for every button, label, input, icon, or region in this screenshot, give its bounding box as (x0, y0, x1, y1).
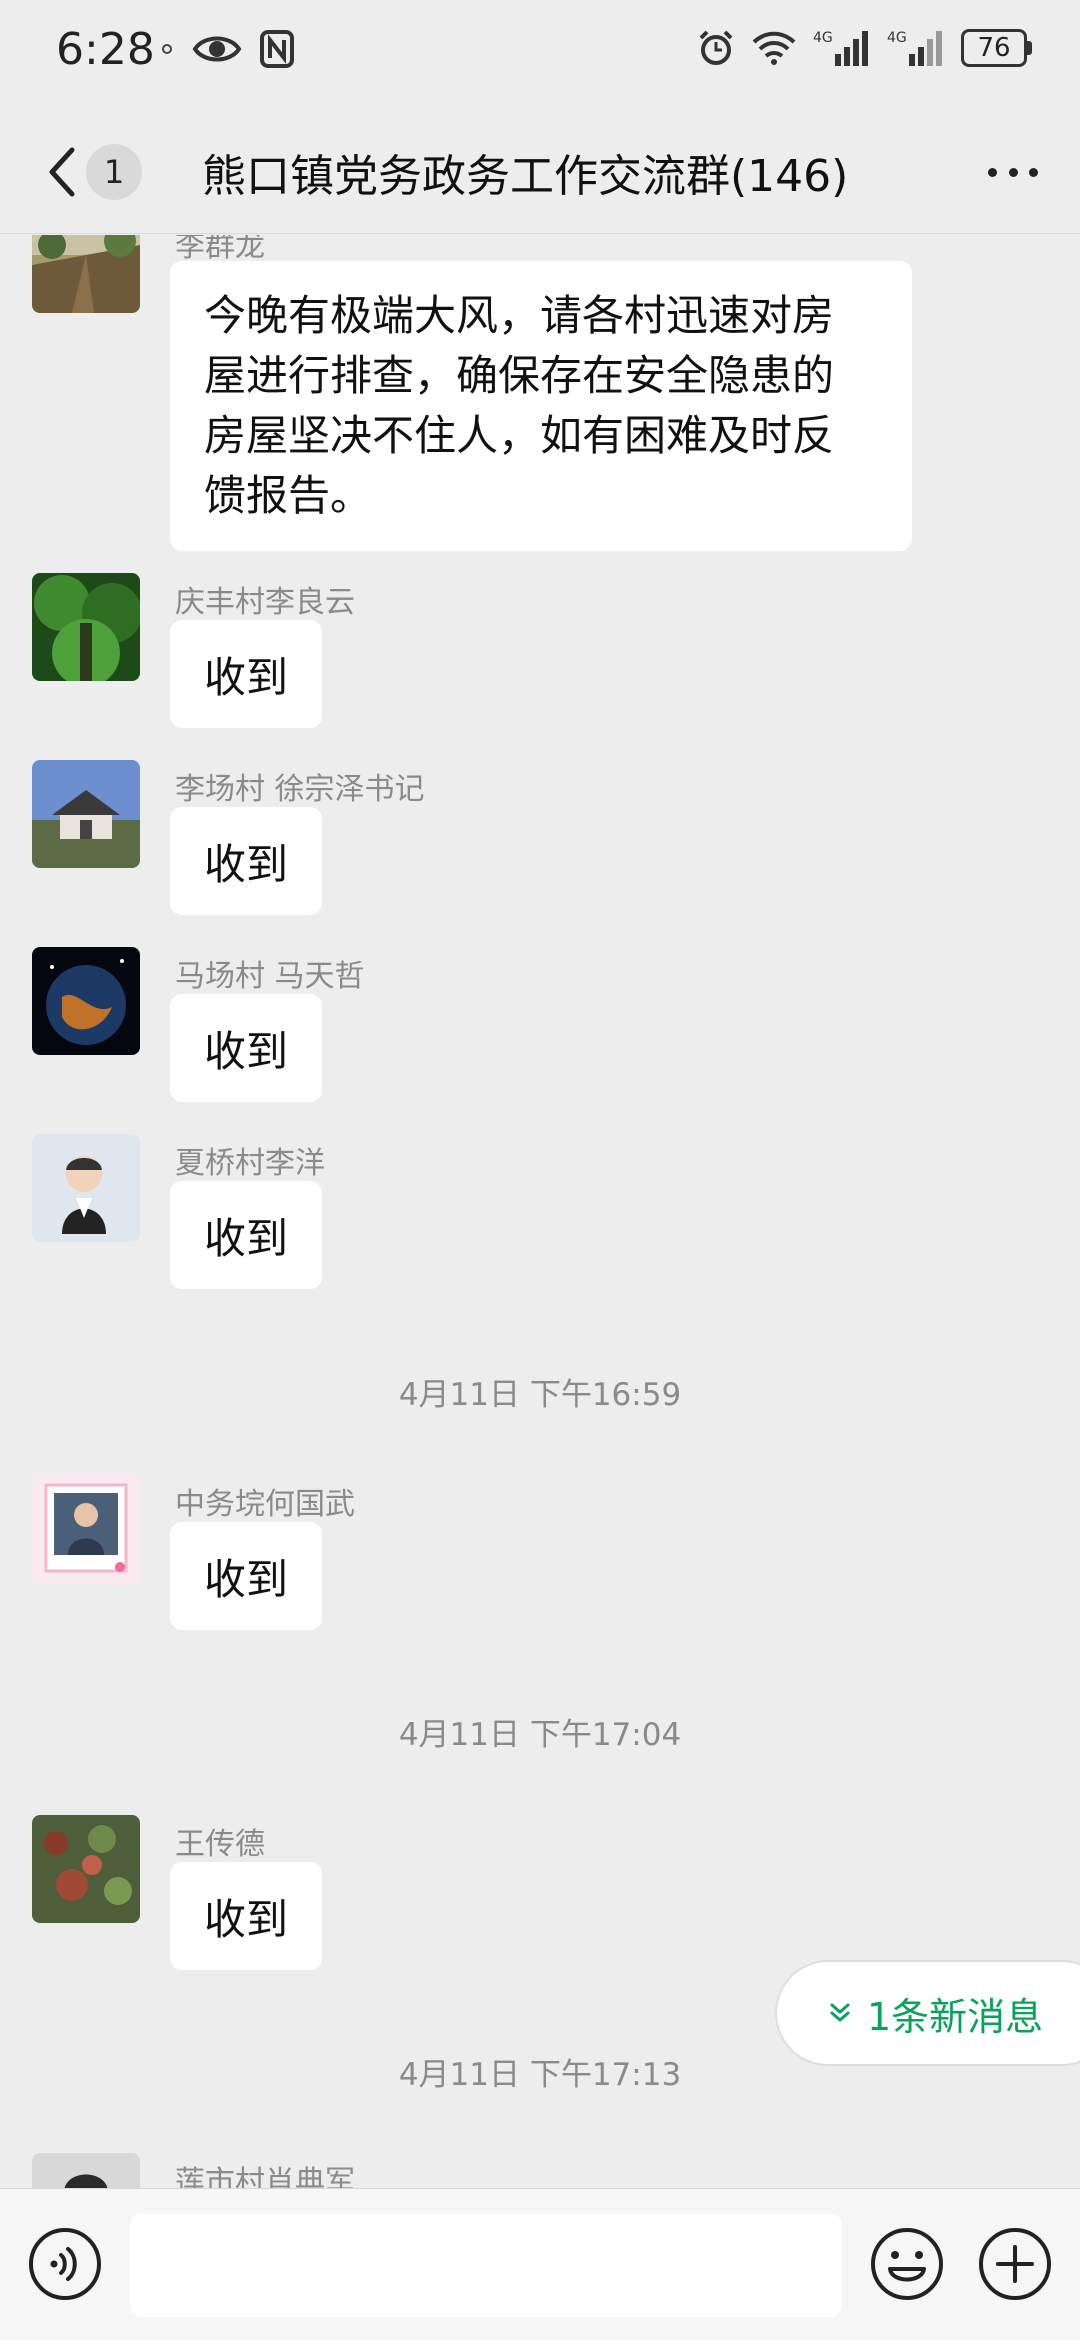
message-bubble[interactable]: 收到 (170, 807, 323, 915)
sender-name: 李场村 徐宗泽书记 (175, 772, 425, 807)
sender-name: 马场村 马天哲 (175, 959, 365, 994)
sender-name: 王传德 (175, 1827, 265, 1862)
new-message-label: 1条新消息 (867, 1994, 1044, 2039)
battery-icon: 76 (961, 29, 1032, 67)
message-bubble[interactable]: 收到 (170, 1181, 323, 1289)
sender-name: 庆丰村李良云 (175, 585, 355, 620)
eye-icon (192, 36, 242, 62)
avatar[interactable] (32, 760, 140, 868)
avatar[interactable] (32, 573, 140, 681)
voice-icon[interactable] (28, 2227, 102, 2301)
sender-name: 莲市村肖典军 (175, 2165, 355, 2188)
message-input[interactable] (130, 2213, 842, 2317)
status-bar: 6:28 4G 4G 76 (0, 0, 1080, 110)
plus-icon[interactable] (978, 2227, 1052, 2301)
avatar[interactable] (32, 1475, 140, 1583)
page-title: 熊口镇党务政务工作交流群(146) (202, 151, 849, 202)
battery-level: 76 (961, 29, 1027, 67)
new-message-button[interactable]: 1条新消息 (775, 1960, 1080, 2066)
avatar[interactable] (32, 1815, 140, 1923)
nfc-icon (260, 30, 294, 68)
message-bubble[interactable]: 收到 (170, 994, 323, 1102)
status-time: 6:28 (56, 24, 155, 75)
back-icon[interactable] (38, 140, 88, 204)
status-right-icons: 4G 4G 76 (697, 28, 1032, 68)
alarm-icon (699, 30, 733, 65)
avatar[interactable] (32, 947, 140, 1055)
avatar[interactable] (32, 2153, 140, 2188)
small-dot-icon (162, 44, 172, 54)
signal-label: 4G (813, 30, 833, 46)
chat-header: 1 熊口镇党务政务工作交流群(146) (0, 110, 1080, 234)
message-timestamp: 4月11日 下午16:59 (398, 1377, 682, 1413)
more-icon[interactable] (980, 144, 1046, 200)
message-bubble[interactable]: 收到 (170, 620, 323, 728)
signal-icon: 4G (887, 30, 942, 66)
message-timestamp: 4月11日 下午17:04 (398, 1717, 682, 1753)
double-chevron-down-icon (830, 2003, 850, 2022)
message-bubble[interactable]: 收到 (170, 1862, 323, 1970)
sender-name: 中务垸何国武 (175, 1487, 355, 1522)
status-left-icons (160, 30, 294, 68)
message-bubble[interactable]: 收到 (170, 1522, 323, 1630)
message-text-line: 馈报告。 (204, 471, 373, 520)
message-list[interactable]: 李群龙 今晚有极端大风，请各村迅速对房 屋进行排查，确保存在安全隐患的 房屋坚决… (0, 235, 1080, 2188)
message-bubble[interactable]: 今晚有极端大风，请各村迅速对房 屋进行排查，确保存在安全隐患的 房屋坚决不住人，… (170, 261, 912, 551)
signal-icon: 4G (813, 30, 868, 66)
message-text-line: 房屋坚决不住人，如有困难及时反 (204, 411, 835, 460)
emoji-icon[interactable] (870, 2227, 944, 2301)
unread-count-badge[interactable]: 1 (86, 144, 142, 200)
input-bar (0, 2188, 1080, 2340)
avatar[interactable] (32, 235, 140, 313)
signal-label: 4G (887, 30, 907, 46)
message-text-line: 屋进行排查，确保存在安全隐患的 (204, 351, 835, 400)
avatar[interactable] (32, 1134, 140, 1242)
wifi-icon (752, 31, 796, 65)
message-text-line: 今晚有极端大风，请各村迅速对房 (204, 291, 835, 340)
sender-name: 夏桥村李洋 (175, 1146, 325, 1181)
